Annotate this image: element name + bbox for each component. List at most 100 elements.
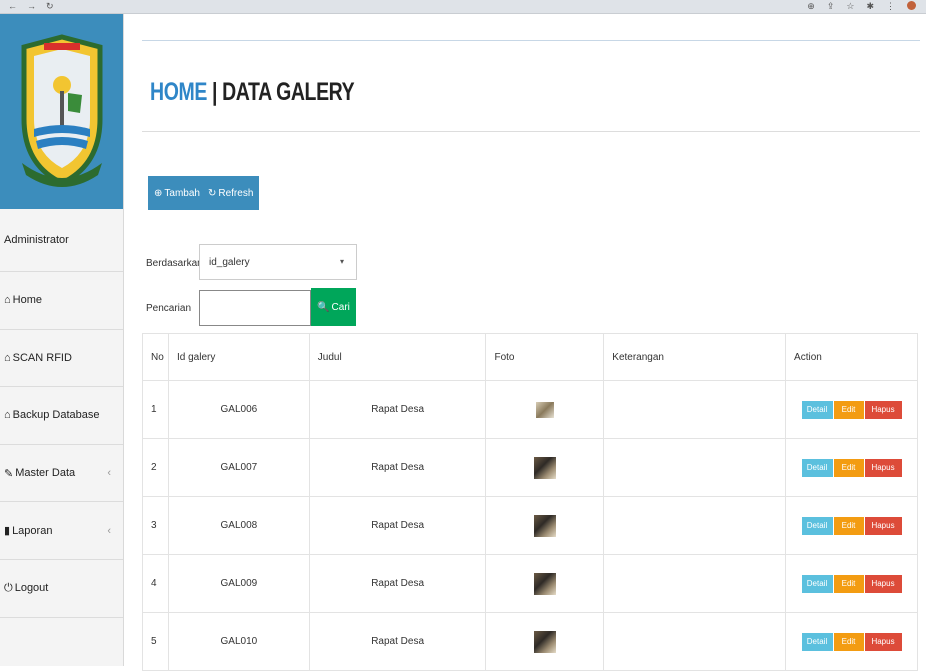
cari-label: Cari (331, 301, 350, 313)
hapus-button[interactable]: Hapus (864, 458, 902, 477)
cell-id: GAL008 (167, 496, 310, 555)
hapus-button[interactable]: Hapus (864, 574, 902, 593)
home-icon: ⌂ (4, 351, 11, 364)
cell-foto (485, 496, 605, 555)
extensions-icon[interactable]: ✱ (866, 1, 874, 12)
chevron-left-icon: ‹ (107, 524, 111, 537)
cell-action: Detail Edit Hapus (785, 496, 918, 555)
regency-emblem-icon (21, 33, 102, 187)
photo-thumbnail[interactable] (533, 514, 556, 537)
forward-icon[interactable]: → (27, 1, 36, 12)
photo-thumbnail[interactable] (533, 630, 556, 653)
edit-button[interactable]: Edit (833, 458, 864, 477)
edit-button[interactable]: Edit (833, 574, 864, 593)
cari-button[interactable]: 🔍 Cari (311, 288, 356, 326)
tambah-label: Tambah (164, 187, 200, 199)
home-icon: ⌂ (4, 409, 11, 422)
dropdown-caret-icon: ▾ (339, 257, 344, 266)
action-toolbar: ⊕ Tambah ↻ Refresh (148, 176, 260, 210)
menu-icon[interactable]: ⋮ (886, 1, 895, 12)
cell-judul: Rapat Desa (308, 612, 487, 671)
detail-button[interactable]: Detail (801, 516, 833, 535)
refresh-button[interactable]: ↻ Refresh (208, 188, 253, 199)
cell-judul: Rapat Desa (308, 380, 487, 439)
share-icon[interactable]: ⇪ (827, 1, 835, 12)
select-value: id_galery (209, 257, 250, 268)
cell-no: 4 (142, 554, 169, 613)
sidebar-item-label: Home (12, 294, 42, 307)
back-icon[interactable]: ← (8, 1, 17, 12)
photo-thumbnail[interactable] (533, 456, 556, 479)
sidebar-item-label: Logout (14, 582, 49, 595)
edit-button[interactable]: Edit (833, 632, 864, 651)
col-header-keterangan[interactable]: Keterangan (603, 333, 787, 381)
home-icon: ⌂ (4, 294, 11, 307)
browser-toolbar: ← → ↻ ⊕ ⇪ ☆ ✱ ⋮ (0, 0, 926, 14)
table-row: 5 GAL010 Rapat Desa Detail Edit Hapus (142, 612, 918, 671)
sidebar-item-backup-database[interactable]: ⌂ Backup Database (0, 387, 123, 445)
cell-judul: Rapat Desa (308, 438, 487, 497)
detail-button[interactable]: Detail (801, 400, 833, 419)
sidebar-item-scan-rfid[interactable]: ⌂ SCAN RFID (0, 330, 123, 388)
cell-no: 2 (142, 438, 169, 497)
book-icon: ▮ (4, 525, 11, 538)
user-name-label: Administrator (4, 234, 69, 246)
refresh-icon: ↻ (207, 187, 217, 199)
cell-foto (485, 380, 605, 439)
galery-table: No Id galery Judul Foto Keterangan Actio… (142, 333, 918, 671)
cell-foto (485, 438, 605, 497)
cell-id: GAL007 (167, 438, 310, 497)
sidebar-item-label: Backup Database (12, 409, 100, 422)
sidebar-item-label: SCAN RFID (12, 351, 72, 364)
cell-no: 3 (142, 496, 169, 555)
tambah-button[interactable]: ⊕ Tambah (154, 188, 200, 199)
search-input[interactable] (199, 290, 311, 326)
detail-button[interactable]: Detail (801, 632, 833, 651)
hapus-button[interactable]: Hapus (864, 516, 902, 535)
sidebar-item-laporan[interactable]: ▮ Laporan ‹ (0, 502, 123, 560)
hapus-button[interactable]: Hapus (864, 632, 902, 651)
reload-icon[interactable]: ↻ (46, 1, 54, 12)
edit-icon: ✎ (4, 467, 14, 480)
page-title-text: DATA GALERY (222, 78, 355, 106)
plus-icon: ⊕ (154, 187, 163, 199)
cell-keterangan (603, 438, 787, 497)
col-header-no[interactable]: No (142, 333, 169, 381)
sidebar-user-name: Administrator (0, 209, 123, 272)
col-header-id-galery[interactable]: Id galery (167, 333, 310, 381)
photo-thumbnail[interactable] (533, 572, 556, 595)
divider (142, 131, 920, 132)
page-title: HOME | DATA GALERY (150, 78, 355, 107)
table-row: 4 GAL009 Rapat Desa Detail Edit Hapus (142, 554, 918, 613)
edit-button[interactable]: Edit (833, 516, 864, 535)
cell-id: GAL009 (167, 554, 310, 613)
cell-keterangan (603, 380, 787, 439)
sidebar: Administrator ⌂ Home ⌂ SCAN RFID ⌂ Backu… (0, 14, 124, 666)
profile-avatar[interactable] (907, 1, 916, 10)
cell-id: GAL006 (167, 380, 310, 439)
col-header-foto[interactable]: Foto (485, 333, 605, 381)
sidebar-item-logout[interactable]: ⏻ Logout (0, 560, 123, 618)
photo-thumbnail[interactable] (535, 401, 554, 418)
bookmark-icon[interactable]: ☆ (846, 1, 854, 12)
edit-button[interactable]: Edit (833, 400, 864, 419)
berdasarkan-select[interactable]: id_galery ▾ (199, 244, 357, 280)
cell-keterangan (603, 554, 787, 613)
sidebar-item-master-data[interactable]: ✎ Master Data ‹ (0, 445, 123, 503)
chevron-left-icon: ‹ (107, 467, 111, 480)
content-top-border (142, 40, 920, 41)
detail-button[interactable]: Detail (801, 458, 833, 477)
cell-action: Detail Edit Hapus (785, 554, 918, 613)
sidebar-item-label: Master Data (15, 467, 76, 480)
cell-judul: Rapat Desa (308, 496, 487, 555)
sidebar-item-home[interactable]: ⌂ Home (0, 272, 123, 330)
cell-foto (485, 554, 605, 613)
browser-nav: ← → ↻ (0, 1, 70, 12)
zoom-icon[interactable]: ⊕ (807, 1, 815, 12)
breadcrumb-home[interactable]: HOME (150, 78, 207, 106)
detail-button[interactable]: Detail (801, 574, 833, 593)
hapus-button[interactable]: Hapus (864, 400, 902, 419)
col-header-judul[interactable]: Judul (308, 333, 487, 381)
cell-keterangan (603, 612, 787, 671)
refresh-label: Refresh (218, 187, 254, 199)
